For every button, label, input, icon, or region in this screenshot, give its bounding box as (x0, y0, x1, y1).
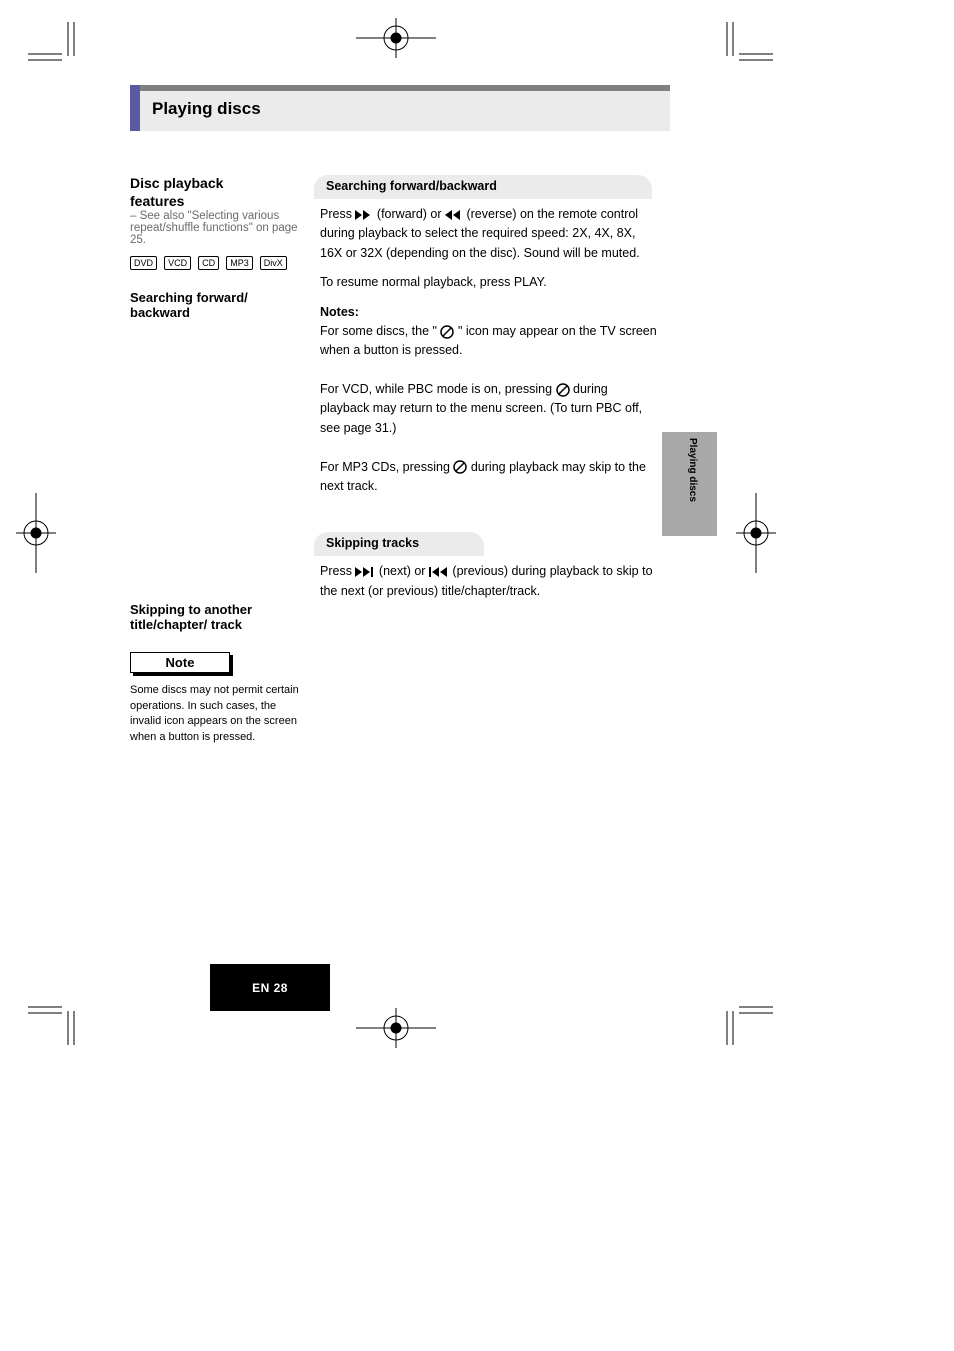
crop-mark-br (718, 990, 773, 1045)
search-notes: Notes: For some discs, the " " icon may … (320, 303, 660, 497)
page-footer: EN 28 (210, 964, 330, 1011)
pill-skip: Skipping tracks (314, 532, 484, 556)
pill-search: Searching forward/backward (314, 175, 652, 199)
side-tab-label: Playing discs (687, 438, 698, 502)
disc-badge: VCD (164, 256, 191, 270)
chapter-title: Playing discs (152, 99, 261, 119)
registration-target-left (16, 493, 56, 573)
chapter-titlebar: Playing discs (130, 85, 670, 131)
search-instruction: Press (forward) or (reverse) on the remo… (320, 205, 660, 263)
crop-mark-tl (28, 22, 83, 77)
registration-target-right (736, 493, 776, 573)
disc-badge: DVD (130, 256, 157, 270)
disc-badge: CD (198, 256, 219, 270)
left-subheading-search: Searching forward/ backward (130, 290, 300, 320)
registration-target-top (356, 18, 436, 58)
crop-mark-tr (718, 22, 773, 77)
crop-mark-bl (28, 990, 83, 1045)
registration-target-bottom (356, 1008, 436, 1048)
prohibit-icon (453, 460, 467, 474)
page-number: EN 28 (252, 981, 288, 995)
disc-badge: DivX (260, 256, 287, 270)
prohibit-icon (440, 325, 454, 339)
rewind-icon (445, 210, 463, 220)
side-tab: Playing discs (662, 432, 717, 536)
feature-subnote: – See also "Selecting various repeat/shu… (130, 210, 300, 246)
feature-heading: Disc playback features (130, 175, 300, 210)
skip-instruction: Press (next) or (previous) during playba… (320, 562, 660, 601)
fast-forward-icon (355, 210, 373, 220)
previous-track-icon (429, 567, 449, 577)
prohibit-icon (556, 383, 570, 397)
next-track-icon (355, 567, 375, 577)
disc-badge: MP3 (226, 256, 253, 270)
left-subheading-skip: Skipping to another title/chapter/ track (130, 602, 300, 632)
disc-badges: DVD VCD CD MP3 DivX (130, 256, 300, 272)
search-resume: To resume normal playback, press PLAY. (320, 273, 660, 292)
note-box: Note (130, 652, 230, 673)
note-body: Some discs may not permit certain operat… (130, 683, 300, 745)
